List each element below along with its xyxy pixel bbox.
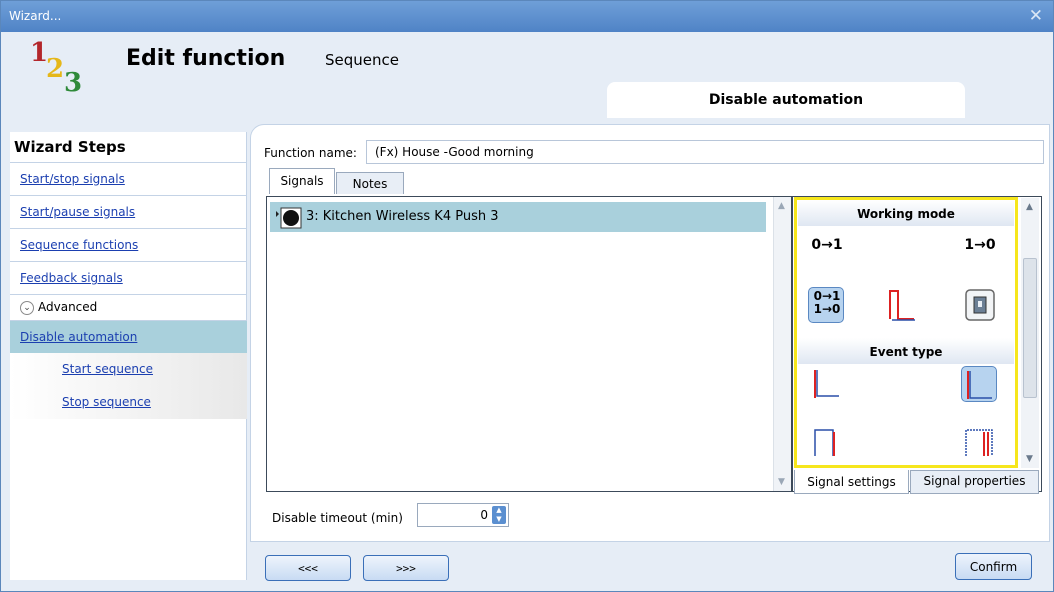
- disable-timeout-label: Disable timeout (min): [272, 511, 403, 525]
- scroll-up-icon[interactable]: ▲: [778, 201, 785, 211]
- tab-signals[interactable]: Signals: [269, 168, 335, 194]
- signals-list: 3: Kitchen Wireless K4 Push 3 ▲ ▼: [266, 196, 792, 492]
- tab-signal-settings[interactable]: Signal settings: [794, 470, 909, 494]
- sidebar-item-disable-automation[interactable]: Disable automation: [10, 320, 247, 353]
- disable-timeout-value: 0: [480, 508, 488, 522]
- scroll-down-icon[interactable]: ▼: [1026, 454, 1033, 464]
- steps-logo-icon: 1 2 3: [30, 38, 100, 98]
- sidebar-item-feedback-signals[interactable]: Feedback signals: [10, 261, 247, 294]
- sidebar-title: Wizard Steps: [14, 138, 126, 156]
- tab-notes[interactable]: Notes: [336, 172, 404, 194]
- previous-button[interactable]: <<<: [265, 555, 351, 581]
- confirm-button[interactable]: Confirm: [955, 553, 1032, 580]
- next-button[interactable]: >>>: [363, 555, 449, 581]
- sidebar-subitem-start-sequence[interactable]: Start sequence: [10, 353, 247, 386]
- page-title: Edit function: [126, 46, 286, 71]
- disable-timeout-stepper[interactable]: 0 ▲ ▼: [417, 503, 509, 527]
- signal-label: 3: Kitchen Wireless K4 Push 3: [306, 209, 499, 224]
- settings-scrollbar[interactable]: ▲ ▼: [1021, 198, 1039, 468]
- logo-digit-2: 2: [46, 54, 65, 84]
- scroll-down-icon[interactable]: ▼: [778, 477, 785, 487]
- tab-signal-properties[interactable]: Signal properties: [910, 470, 1039, 494]
- push-button-icon: [276, 207, 302, 229]
- signals-scrollbar[interactable]: ▲ ▼: [773, 197, 791, 491]
- advanced-label: Advanced: [38, 300, 98, 314]
- spinner-arrows-icon[interactable]: ▲ ▼: [492, 506, 506, 524]
- advanced-toggle[interactable]: ⌄ Advanced: [10, 294, 247, 320]
- title-bar: Wizard... ✕: [1, 1, 1053, 32]
- signal-row[interactable]: 3: Kitchen Wireless K4 Push 3: [270, 202, 766, 232]
- sidebar-item-sequence-functions[interactable]: Sequence functions: [10, 228, 247, 261]
- function-name-input[interactable]: (Fx) House -Good morning: [366, 140, 1044, 164]
- chevron-down-icon: ⌄: [20, 300, 34, 315]
- sidebar-subitem-stop-sequence[interactable]: Stop sequence: [10, 386, 247, 419]
- logo-digit-3: 3: [64, 68, 83, 98]
- sidebar-item-start-pause-signals[interactable]: Start/pause signals: [10, 195, 247, 228]
- close-icon[interactable]: ✕: [1029, 6, 1043, 26]
- highlight-box: [794, 197, 1018, 468]
- page-subtitle: Sequence: [325, 51, 399, 69]
- window-title: Wizard...: [9, 9, 62, 23]
- section-header: Disable automation: [607, 82, 965, 118]
- sidebar-item-start-stop-signals[interactable]: Start/stop signals: [10, 162, 247, 195]
- function-name-label: Function name:: [264, 146, 357, 160]
- wizard-steps-sidebar: Wizard Steps Start/stop signals Start/pa…: [10, 132, 247, 580]
- scroll-up-icon[interactable]: ▲: [1026, 202, 1033, 212]
- scroll-thumb[interactable]: [1023, 258, 1037, 398]
